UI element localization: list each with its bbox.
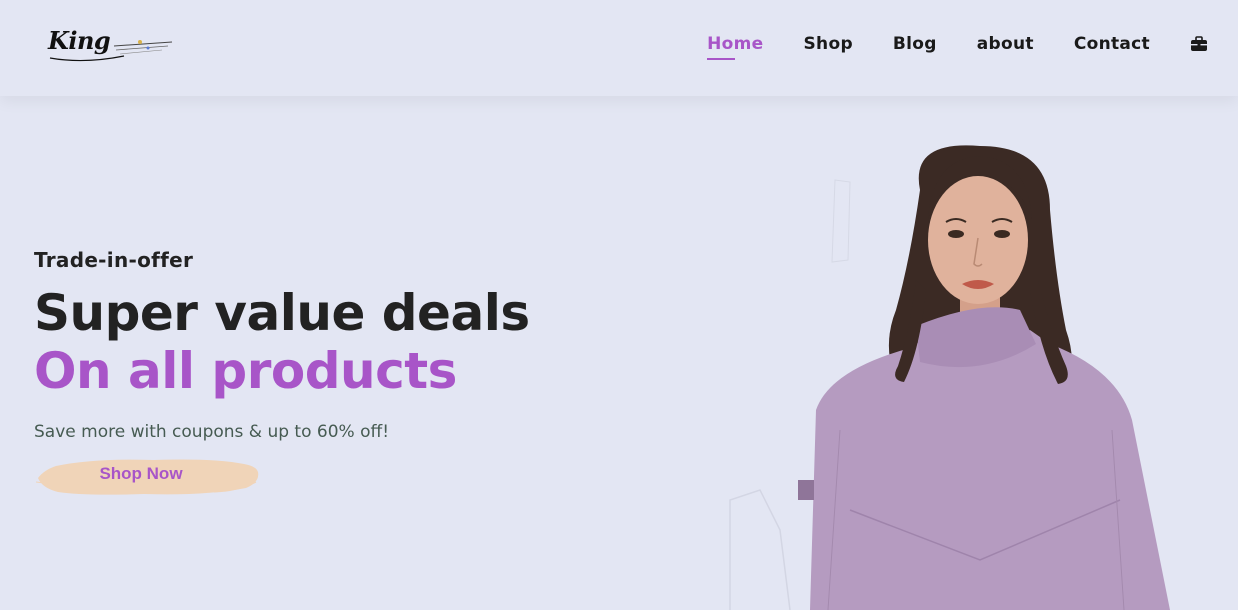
shop-now-label: Shop Now [99, 464, 183, 483]
nav-shop[interactable]: Shop [804, 34, 853, 54]
logo[interactable]: King [44, 24, 174, 66]
model-hero-image [729, 145, 1170, 610]
site-header: King Home Shop Blog about Contact [0, 0, 1238, 96]
logo-swoosh [49, 40, 173, 62]
nav-contact[interactable]: Contact [1074, 34, 1150, 54]
hero-subtext: Save more with coupons & up to 60% off! [34, 422, 390, 442]
nav-home[interactable]: Home [707, 34, 763, 60]
hero-section: Trade-in-offer Super value deals On all … [34, 248, 530, 442]
nav-about[interactable]: about [977, 34, 1034, 54]
hero-kicker: Trade-in-offer [34, 248, 194, 272]
shop-now-button[interactable]: Shop Now [34, 452, 262, 500]
hero-headline-accent: On all products [34, 342, 457, 400]
main-nav: Home Shop Blog about Contact [667, 34, 1208, 60]
nav-blog[interactable]: Blog [893, 34, 937, 54]
briefcase-bag-icon[interactable] [1190, 35, 1208, 53]
hero-headline: Super value deals [34, 284, 530, 342]
